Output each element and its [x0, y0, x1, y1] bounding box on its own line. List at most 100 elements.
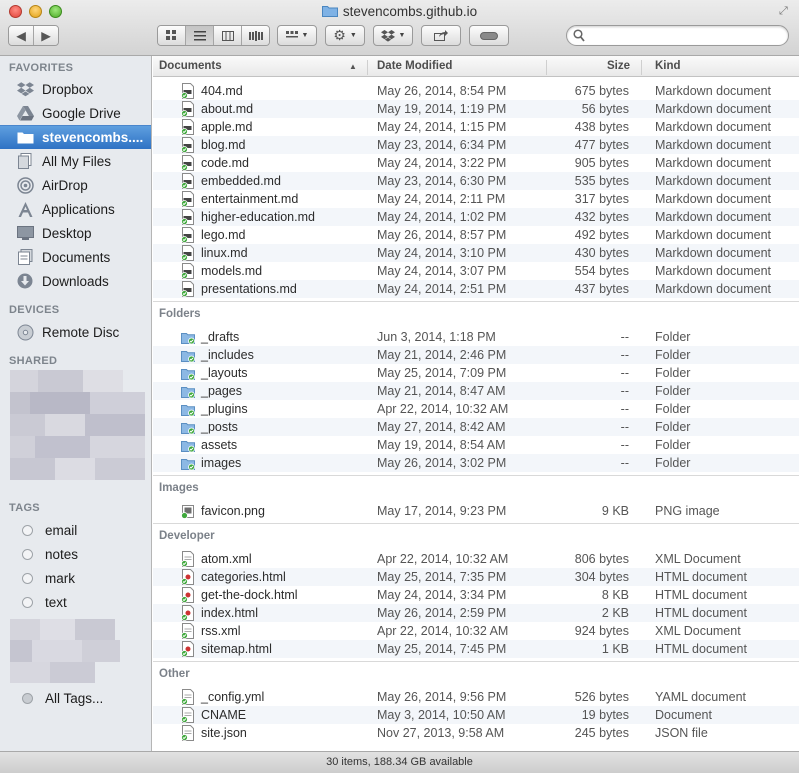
column-divider[interactable] [546, 60, 547, 75]
edit-tags-button[interactable] [469, 25, 509, 46]
sidebar-all-tags[interactable]: All Tags... [0, 686, 151, 710]
sidebar-item-label: notes [45, 546, 79, 562]
file-row[interactable]: _pages May 21, 2014, 8:47 AM -- Folder [153, 382, 799, 400]
file-name: assets [201, 438, 238, 452]
column-divider[interactable] [367, 60, 368, 75]
chevron-down-icon: ▼ [301, 32, 309, 39]
file-row[interactable]: presentations.md May 24, 2014, 2:51 PM 437… [153, 280, 799, 298]
file-name: _config.yml [201, 690, 265, 704]
file-row[interactable]: _plugins Apr 22, 2014, 10:32 AM -- Folder [153, 400, 799, 418]
list-view-icon [193, 30, 206, 40]
action-menu-button[interactable]: ⚙ ▼ [325, 25, 365, 46]
md-icon [181, 209, 195, 225]
file-date-modified: May 26, 2014, 2:59 PM [377, 606, 507, 620]
sidebar-tag-text[interactable]: text [0, 590, 151, 614]
sidebar-item-all-my-files[interactable]: All My Files [0, 149, 151, 173]
group-header: Developer [153, 523, 799, 547]
file-kind: Markdown document [655, 120, 772, 134]
file-row[interactable]: assets May 19, 2014, 8:54 AM -- Folder [153, 436, 799, 454]
file-date-modified: May 17, 2014, 9:23 PM [377, 504, 507, 518]
desktop-icon [16, 224, 34, 242]
share-button[interactable] [421, 25, 461, 46]
list-view-button[interactable] [186, 26, 214, 45]
column-header-name[interactable]: Documents [159, 60, 222, 72]
file-row[interactable]: entertainment.md May 24, 2014, 2:11 PM 317… [153, 190, 799, 208]
file-date-modified: May 24, 2014, 2:51 PM [377, 282, 507, 296]
file-row[interactable]: 404.md May 26, 2014, 8:54 PM 675 bytes Mark… [153, 82, 799, 100]
file-row[interactable]: linux.md May 24, 2014, 3:10 PM 430 bytes Ma… [153, 244, 799, 262]
sidebar-item-documents[interactable]: Documents [0, 245, 151, 269]
file-row[interactable]: _drafts Jun 3, 2014, 1:18 PM -- Folder [153, 328, 799, 346]
sidebar-item-desktop[interactable]: Desktop [0, 221, 151, 245]
file-name: apple.md [201, 120, 253, 134]
sidebar-item-airdrop[interactable]: AirDrop [0, 173, 151, 197]
search-input[interactable] [589, 28, 779, 43]
file-row[interactable]: atom.xml Apr 22, 2014, 10:32 AM 806 bytes X… [153, 550, 799, 568]
column-header-size[interactable]: Size [607, 60, 630, 72]
sidebar-tag-email[interactable]: email [0, 518, 151, 542]
file-size: -- [620, 456, 629, 470]
json-icon [181, 725, 195, 741]
chevron-down-icon: ▼ [349, 32, 357, 39]
icon-view-button[interactable] [158, 26, 186, 45]
column-header-kind[interactable]: Kind [655, 60, 681, 72]
file-size: 492 bytes [574, 228, 629, 242]
arrange-button[interactable]: ▼ [277, 25, 317, 46]
html-icon [181, 605, 195, 621]
file-name: lego.md [201, 228, 246, 242]
column-view-button[interactable] [214, 26, 242, 45]
file-row[interactable]: CNAME May 3, 2014, 10:50 AM 19 bytes Docume… [153, 706, 799, 724]
folder-icon [321, 6, 338, 17]
file-row[interactable]: apple.md May 24, 2014, 1:15 PM 438 bytes Ma… [153, 118, 799, 136]
file-name: rss.xml [201, 624, 241, 638]
file-date-modified: May 21, 2014, 8:47 AM [377, 384, 506, 398]
file-name: _plugins [201, 402, 248, 416]
tag-pill-icon [480, 31, 498, 40]
file-row[interactable]: get-the-dock.html May 24, 2014, 3:34 PM 8 … [153, 586, 799, 604]
column-divider[interactable] [641, 60, 642, 75]
file-row[interactable]: index.html May 26, 2014, 2:59 PM 2 KB HTML … [153, 604, 799, 622]
file-row[interactable]: code.md May 24, 2014, 3:22 PM 905 bytes Mar… [153, 154, 799, 172]
sidebar-item-dropbox[interactable]: Dropbox [0, 77, 151, 101]
sidebar-tag-notes[interactable]: notes [0, 542, 151, 566]
column-header-date[interactable]: Date Modified [377, 60, 452, 72]
back-button[interactable]: ◀ [9, 26, 34, 45]
dropbox-menu-button[interactable]: ▼ [373, 25, 413, 46]
file-row[interactable]: models.md May 24, 2014, 3:07 PM 554 bytes M… [153, 262, 799, 280]
file-row[interactable]: rss.xml Apr 22, 2014, 10:32 AM 924 bytes XM… [153, 622, 799, 640]
sidebar-item-google-drive[interactable]: Google Drive [0, 101, 151, 125]
file-date-modified: Jun 3, 2014, 1:18 PM [377, 330, 496, 344]
back-forward-control: ◀ ▶ [8, 25, 59, 46]
file-row[interactable]: lego.md May 26, 2014, 8:57 PM 492 bytes Mar… [153, 226, 799, 244]
file-row[interactable]: about.md May 19, 2014, 1:19 PM 56 bytes Mar… [153, 100, 799, 118]
sidebar-item-applications[interactable]: Applications [0, 197, 151, 221]
file-kind: Markdown document [655, 210, 772, 224]
sidebar-item-remote-disc[interactable]: Remote Disc [0, 320, 151, 344]
forward-button[interactable]: ▶ [34, 26, 58, 45]
file-row[interactable]: higher-education.md May 24, 2014, 1:02 PM… [153, 208, 799, 226]
file-row[interactable]: favicon.png May 17, 2014, 9:23 PM 9 KB PNG … [153, 502, 799, 520]
group-header-label: Images [159, 482, 199, 494]
file-size: 554 bytes [574, 264, 629, 278]
cover-flow-view-button[interactable] [242, 26, 269, 45]
file-row[interactable]: sitemap.html May 25, 2014, 7:45 PM 1 KB HTM… [153, 640, 799, 658]
file-row[interactable]: _layouts May 25, 2014, 7:09 PM -- Folder [153, 364, 799, 382]
file-row[interactable]: _config.yml May 26, 2014, 9:56 PM 526 byte… [153, 688, 799, 706]
fullscreen-icon[interactable]: ⤢ [779, 5, 791, 17]
file-row[interactable]: _posts May 27, 2014, 8:42 AM -- Folder [153, 418, 799, 436]
sidebar-item-stevencombs[interactable]: stevencombs.... [0, 125, 151, 149]
sidebar-header-favorites: FAVORITES [9, 62, 74, 74]
file-row[interactable]: embedded.md May 23, 2014, 6:30 PM 535 byte… [153, 172, 799, 190]
file-row[interactable]: blog.md May 23, 2014, 6:34 PM 477 bytes Mar… [153, 136, 799, 154]
sidebar-item-downloads[interactable]: Downloads [0, 269, 151, 293]
file-size: 438 bytes [574, 120, 629, 134]
sidebar-tag-mark[interactable]: mark [0, 566, 151, 590]
group-header: Other [153, 661, 799, 685]
file-row[interactable]: site.json Nov 27, 2013, 9:58 AM 245 bytes J… [153, 724, 799, 742]
search-field[interactable] [566, 25, 789, 46]
icon-view-icon [166, 30, 176, 40]
file-row[interactable]: _includes May 21, 2014, 2:46 PM -- Folder [153, 346, 799, 364]
file-row[interactable]: images May 26, 2014, 3:02 PM -- Folder [153, 454, 799, 472]
file-row[interactable]: categories.html May 25, 2014, 7:35 PM 304 … [153, 568, 799, 586]
file-kind: XML Document [655, 624, 741, 638]
